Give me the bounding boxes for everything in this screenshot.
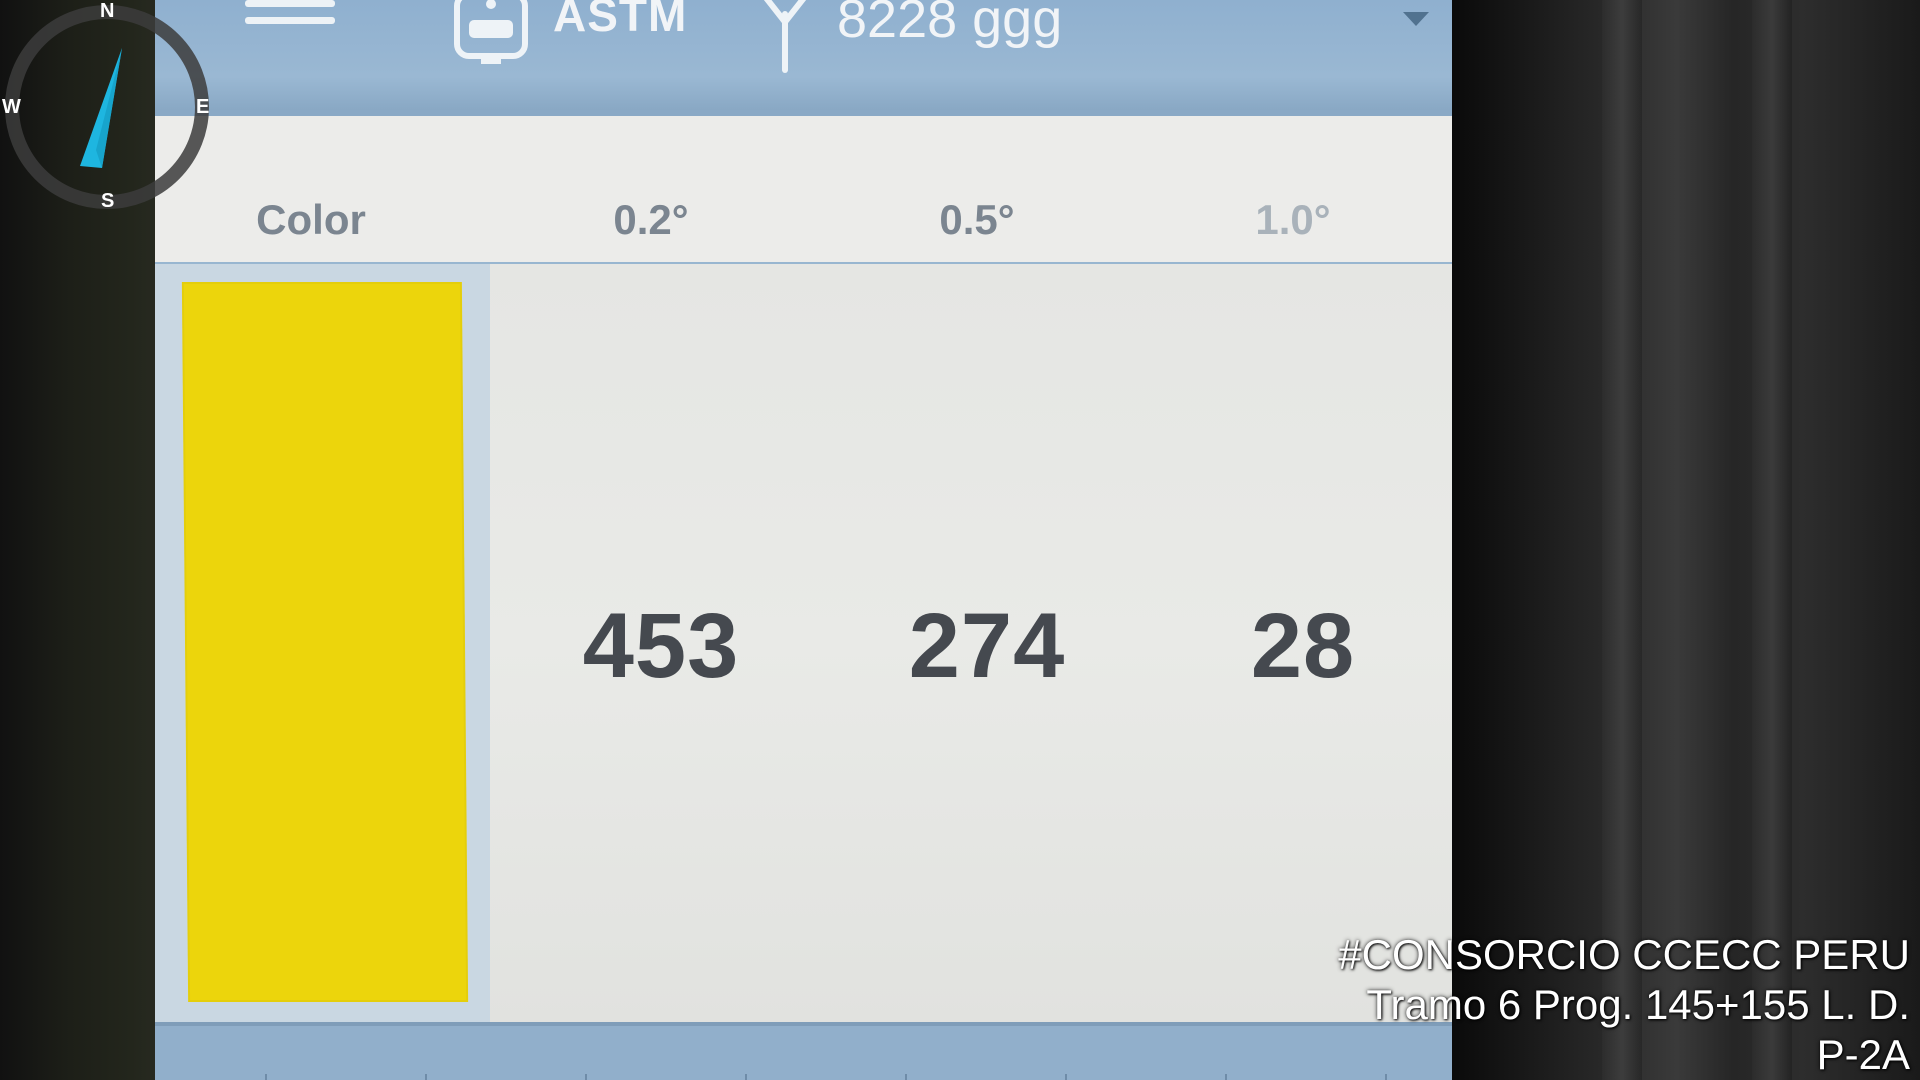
hamburger-menu-icon[interactable] [245, 0, 335, 40]
device-bezel-right [1452, 0, 1920, 1080]
column-header-0-5-deg: 0.5° [939, 196, 1015, 243]
value-0-2-deg: 453 [582, 595, 740, 697]
column-header-0-2-deg: 0.2° [613, 196, 689, 243]
table-row[interactable]: 453 274 28 [155, 264, 1453, 1024]
retroreflectometer-device-icon [451, 0, 531, 66]
watermark-line-1: #CONSORCIO CCECC PERU [1338, 931, 1910, 978]
standard-label: ASTM [553, 0, 688, 41]
device-screen: ASTM 8228 ggg Color 0.2° 0.5° 1.0° 453 2… [155, 0, 1453, 1080]
color-cell [155, 264, 490, 1024]
column-header-1-0-deg: 1.0° [1255, 196, 1331, 243]
photo-watermark: #CONSORCIO CCECC PERU Tramo 6 Prog. 145+… [1338, 930, 1910, 1080]
compass-west-label: W [2, 96, 21, 118]
signal-label: 8228 ggg [837, 0, 1063, 49]
antenna-icon [755, 0, 815, 74]
column-header-color: Color [256, 196, 366, 243]
value-0-5-deg: 274 [908, 595, 1066, 697]
compass-icon: N E S W [0, 0, 215, 215]
color-swatch [181, 282, 469, 1002]
table-header: Color 0.2° 0.5° 1.0° [155, 116, 1453, 265]
compass-east-label: E [196, 96, 210, 118]
chevron-down-icon[interactable] [1403, 12, 1429, 26]
top-bar: ASTM 8228 ggg [155, 0, 1453, 116]
compass-north-label: N [100, 0, 115, 22]
value-1-0-deg: 28 [1250, 595, 1356, 697]
compass-south-label: S [101, 190, 115, 212]
watermark-line-3: P-2A [1816, 1031, 1910, 1078]
watermark-line-2: Tramo 6 Prog. 145+155 L. D. [1366, 981, 1910, 1028]
photo-frame: ASTM 8228 ggg Color 0.2° 0.5° 1.0° 453 2… [0, 0, 1920, 1080]
bottom-bar [155, 1022, 1453, 1080]
